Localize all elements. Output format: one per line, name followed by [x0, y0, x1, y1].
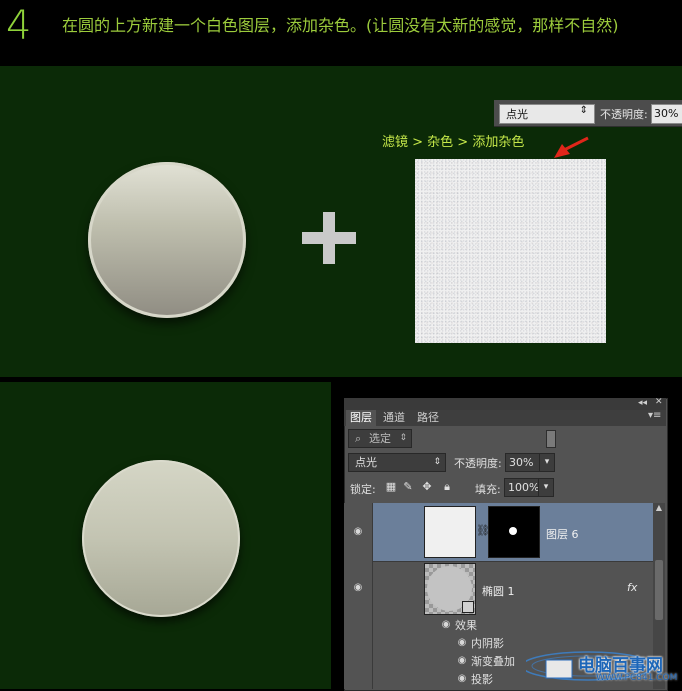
noise-texture-preview	[415, 159, 606, 343]
fill-label: 填充:	[475, 483, 501, 496]
instruction-text: 在圆的上方新建一个白色图层，添加杂色。(让圆没有太新的感觉，那样不自然)	[62, 16, 619, 35]
tab-channels[interactable]: 通道	[378, 410, 410, 426]
effect-item[interactable]: 渐变叠加	[471, 653, 515, 669]
chevron-updown-icon: ⇕	[433, 457, 441, 467]
close-icon[interactable]: ✕	[655, 397, 663, 407]
fill-input[interactable]: 100%	[504, 478, 541, 497]
shape-layer-badge-icon	[462, 601, 474, 613]
filter-type-label: 选定	[369, 432, 391, 445]
scroll-up-icon[interactable]: ▲	[653, 503, 665, 513]
opacity-input[interactable]: 30%	[651, 104, 682, 124]
eye-icon[interactable]: ◉	[439, 620, 453, 630]
lock-image-pixels-icon[interactable]: ✎	[402, 481, 414, 493]
effect-item[interactable]: 投影	[471, 671, 493, 687]
layer-blend-mode-select[interactable]: 点光 ⇕	[348, 453, 446, 472]
lock-label: 锁定:	[350, 483, 376, 496]
lock-all-icon[interactable]: 🔒︎	[441, 481, 453, 493]
search-icon: ⌕	[355, 432, 362, 445]
noisy-circle-graphic	[82, 460, 240, 617]
effect-item[interactable]: 内阴影	[471, 635, 504, 651]
eye-icon[interactable]: ◉	[455, 638, 469, 648]
scroll-thumb[interactable]	[655, 560, 663, 620]
layer-opacity-input[interactable]: 30%	[505, 453, 542, 472]
panel-title-strip	[344, 398, 666, 410]
layer-thumbnail	[424, 506, 476, 558]
layer-name[interactable]: 图层 6	[546, 526, 579, 542]
blend-mode-select[interactable]: 点光 ⇕	[499, 104, 595, 124]
layer-filter-select[interactable]: ⌕ 选定 ⇕	[348, 429, 412, 448]
opacity-dropdown-button[interactable]: ▾	[539, 453, 555, 472]
filter-path-label: 滤镜 > 杂色 > 添加杂色	[382, 135, 525, 150]
red-arrow-icon	[554, 136, 589, 158]
eye-icon[interactable]: ◉	[455, 674, 469, 684]
layer-name[interactable]: 椭圆 1	[482, 583, 515, 599]
panel-menu-icon[interactable]: ▾≡	[648, 410, 661, 421]
eye-icon[interactable]: ◉	[455, 656, 469, 666]
layer-divider	[372, 561, 653, 562]
blend-mode-value: 点光	[506, 108, 528, 121]
tab-layers[interactable]: 图层	[346, 410, 376, 426]
tab-paths[interactable]: 路径	[412, 410, 444, 426]
effects-header[interactable]: 效果	[455, 617, 477, 633]
lock-position-icon[interactable]: ✥	[421, 481, 433, 493]
eye-icon[interactable]: ◉	[351, 583, 365, 593]
watermark-url: WWW.PC841.COM	[596, 673, 678, 683]
lock-transparent-pixels-icon[interactable]: ▦	[385, 481, 397, 493]
plus-icon-vertical	[323, 212, 335, 264]
fill-dropdown-button[interactable]: ▾	[538, 478, 554, 497]
step-number: 4	[6, 3, 32, 49]
eye-icon[interactable]: ◉	[351, 527, 365, 537]
filter-toggle-switch[interactable]	[546, 430, 556, 448]
layer-opacity-label: 不透明度:	[454, 457, 502, 470]
layer-blend-mode-value: 点光	[355, 456, 377, 469]
chevron-updown-icon: ⇕	[399, 433, 407, 443]
collapse-icon[interactable]: ◂◂	[638, 398, 647, 408]
opacity-label: 不透明度:	[600, 108, 648, 121]
mask-shape	[509, 527, 517, 535]
fx-icon[interactable]: fx	[627, 581, 637, 594]
circle-button-graphic	[88, 162, 246, 318]
chevron-updown-icon: ⇕	[579, 105, 588, 116]
